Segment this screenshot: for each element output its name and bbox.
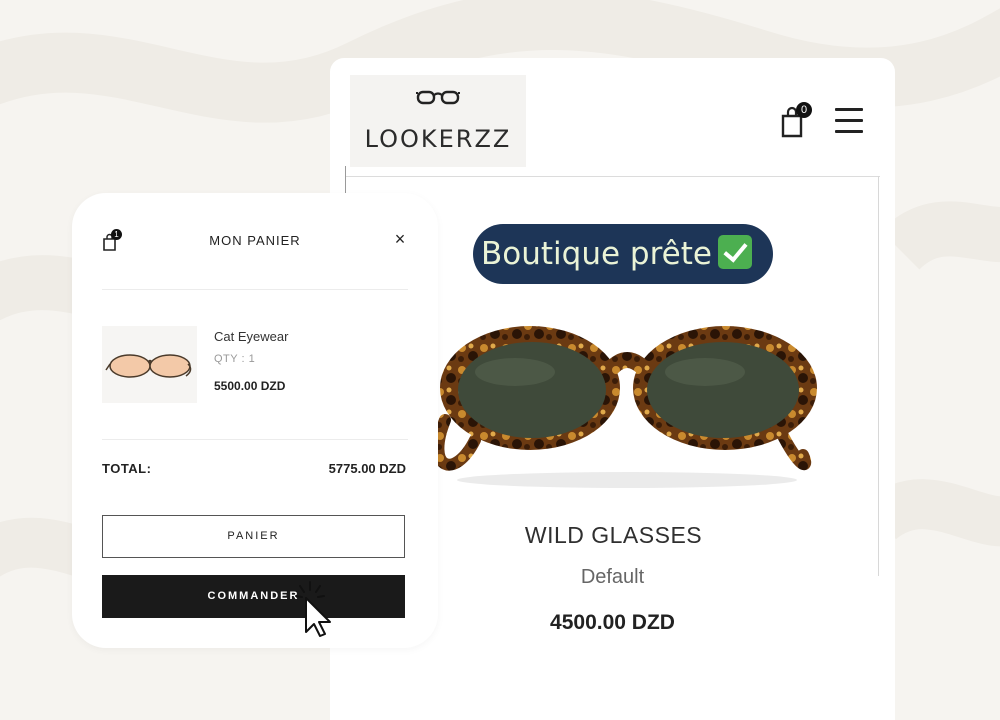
product-thumbnail-image	[105, 354, 192, 378]
status-pill-text: Boutique prête	[481, 236, 712, 272]
brand-name: LOOKERZZ	[364, 125, 512, 153]
total-label: TOTAL:	[102, 461, 152, 476]
check-mark-icon	[717, 235, 752, 269]
cart-drawer: 1 MON PANIER × Cat Eyewear QTY : 1 5500.…	[72, 193, 438, 648]
view-cart-button[interactable]: PANIER	[102, 515, 405, 558]
cart-item-quantity: QTY : 1	[214, 353, 256, 365]
cart-title: MON PANIER	[209, 233, 301, 248]
divider	[346, 176, 880, 177]
product-image[interactable]	[435, 320, 820, 500]
cart-count-badge: 0	[796, 102, 812, 118]
brand-logo[interactable]: LOOKERZZ	[350, 75, 526, 167]
mouse-cursor-icon	[295, 581, 331, 637]
divider	[102, 289, 408, 290]
divider	[345, 166, 346, 196]
divider	[102, 439, 408, 440]
total-value: 5775.00 DZD	[328, 461, 406, 476]
divider	[878, 176, 879, 576]
cart-item-thumbnail[interactable]	[102, 326, 197, 403]
glasses-logo-icon	[416, 90, 460, 105]
cart-item-name[interactable]: Cat Eyewear	[214, 329, 288, 344]
status-pill: Boutique prête	[473, 224, 773, 284]
hamburger-menu-icon[interactable]	[835, 108, 863, 134]
close-icon[interactable]: ×	[390, 229, 410, 249]
cart-item-price: 5500.00 DZD	[214, 379, 286, 393]
checkout-button[interactable]: COMMANDER	[102, 575, 405, 618]
header-cart-button[interactable]: 0	[778, 102, 818, 138]
